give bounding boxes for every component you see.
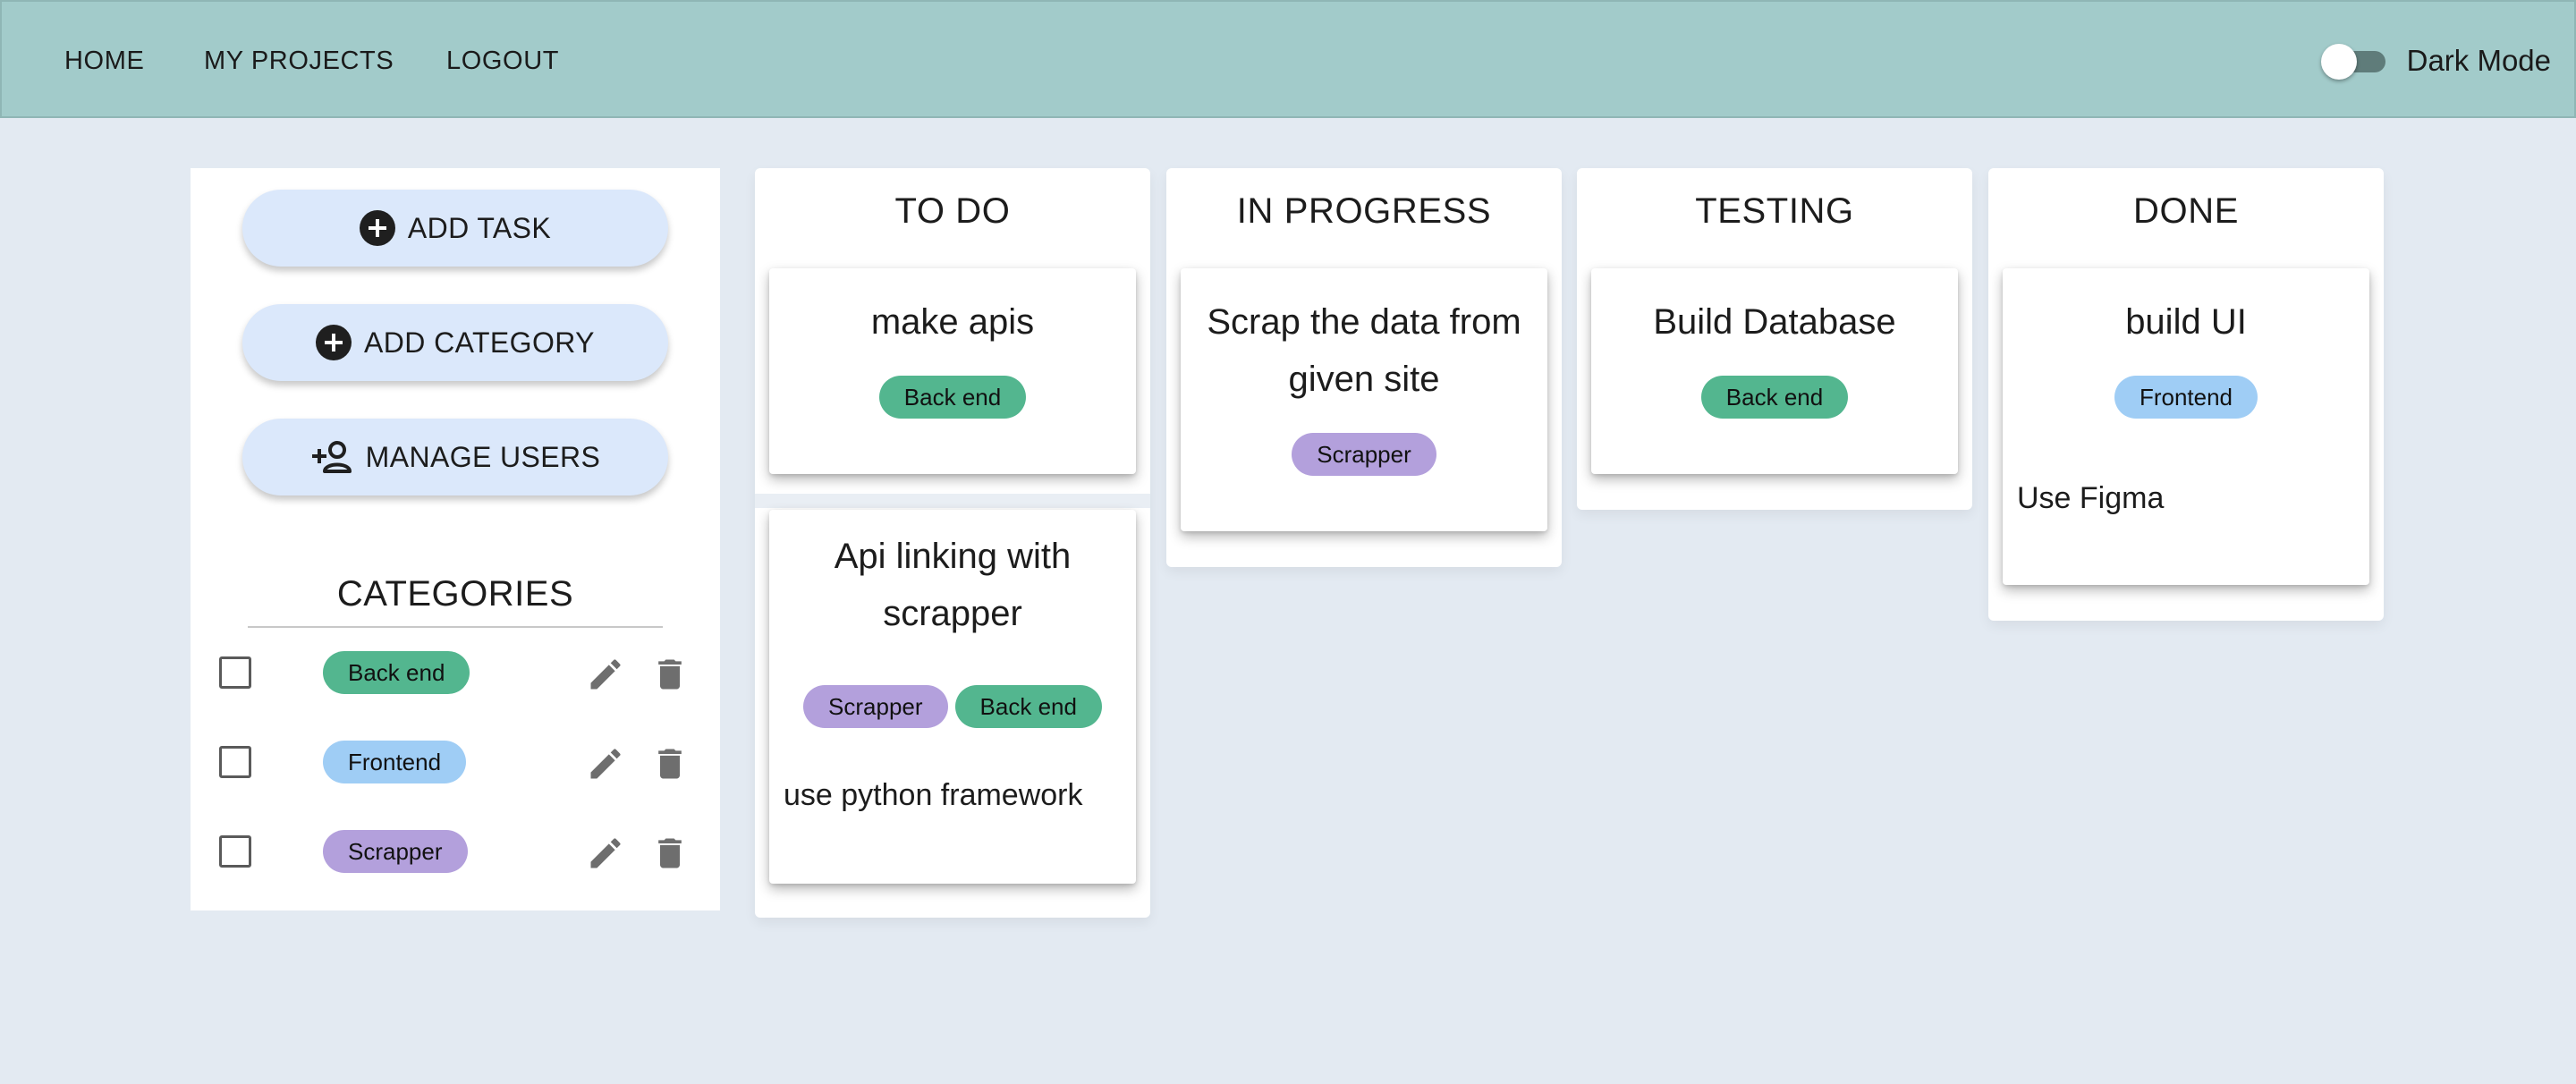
category-checkbox[interactable] [219, 746, 251, 778]
task-title: make apis [870, 302, 1035, 342]
task-description: use python framework [784, 778, 1083, 812]
delete-trash-icon[interactable] [650, 655, 690, 694]
dark-mode-switch[interactable] [2320, 42, 2385, 80]
task-description: Use Figma [2017, 481, 2165, 515]
task-tags: Back end [1591, 376, 1958, 419]
task-card[interactable]: make apis Back end [769, 268, 1136, 474]
add-task-label: ADD TASK [407, 211, 552, 244]
person-add-icon [310, 439, 353, 475]
column-title: TO DO [894, 191, 1011, 231]
task-tag-back-end: Back end [1700, 376, 1849, 419]
task-tags: Back end [769, 376, 1136, 419]
manage-users-button[interactable]: MANAGE USERS [242, 419, 668, 495]
column-title: DONE [2133, 191, 2239, 231]
task-card[interactable]: build UI Frontend Use Figma [2003, 268, 2369, 585]
sidebar-panel: ADD TASK ADD CATEGORY MANAGE USERS CATEG… [191, 168, 720, 910]
column-in-progress: IN PROGRESS Scrap the data from given si… [1166, 168, 1562, 567]
categories-divider [248, 626, 663, 628]
task-tag-scrapper: Scrapper [1292, 433, 1436, 476]
edit-pencil-icon[interactable] [586, 744, 625, 783]
task-tag-scrapper: Scrapper [803, 685, 948, 728]
task-title: build UI [2125, 302, 2247, 342]
column-done: DONE build UI Frontend Use Figma [1988, 168, 2384, 621]
edit-pencil-icon[interactable] [586, 655, 625, 694]
task-card[interactable]: Scrap the data from given site Scrapper [1181, 268, 1547, 531]
category-chip-back-end: Back end [323, 651, 470, 694]
column-todo: TO DO make apis Back end Api linking wit… [755, 168, 1150, 918]
category-row: Frontend [191, 735, 720, 789]
task-card[interactable]: Build Database Back end [1591, 268, 1958, 474]
manage-users-label: MANAGE USERS [365, 440, 601, 473]
nav-logout-link[interactable]: LOGOUT [446, 2, 559, 120]
top-app-bar: HOME MY PROJECTS LOGOUT Dark Mode [0, 0, 2576, 118]
edit-pencil-icon[interactable] [586, 834, 625, 873]
task-tags: Scrapper [1181, 433, 1547, 476]
task-tag-back-end: Back end [954, 685, 1102, 728]
delete-trash-icon[interactable] [650, 834, 690, 873]
category-checkbox[interactable] [219, 835, 251, 868]
nav-my-projects-link[interactable]: MY PROJECTS [204, 2, 394, 120]
category-chip-scrapper: Scrapper [323, 830, 468, 873]
column-title: TESTING [1695, 191, 1854, 231]
task-title: Api linking with scrapper [834, 537, 1072, 633]
delete-trash-icon[interactable] [650, 744, 690, 783]
add-category-button[interactable]: ADD CATEGORY [242, 304, 668, 381]
task-title: Scrap the data from given site [1207, 302, 1521, 399]
category-row: Scrapper [191, 825, 720, 878]
task-card[interactable]: Api linking with scrapper Scrapper Back … [769, 510, 1136, 884]
column-gap [755, 494, 1150, 508]
task-tag-frontend: Frontend [2114, 376, 2258, 419]
add-category-label: ADD CATEGORY [364, 326, 595, 359]
task-title: Build Database [1653, 302, 1896, 342]
add-task-button[interactable]: ADD TASK [242, 190, 668, 267]
column-title: IN PROGRESS [1236, 191, 1492, 231]
categories-heading: CATEGORIES [336, 574, 574, 614]
category-checkbox[interactable] [219, 656, 251, 689]
task-tags: Frontend [2003, 376, 2369, 419]
dark-mode-label: Dark Mode [2406, 44, 2551, 77]
switch-thumb[interactable] [2320, 44, 2357, 80]
dark-mode-toggle[interactable]: Dark Mode [2320, 2, 2551, 120]
category-row: Back end [191, 646, 720, 699]
category-chip-frontend: Frontend [323, 741, 467, 783]
column-testing: TESTING Build Database Back end [1577, 168, 1972, 510]
add-circle-icon [316, 325, 352, 360]
task-tags: Scrapper Back end [769, 685, 1136, 728]
nav-home-link[interactable]: HOME [64, 2, 144, 120]
task-tag-back-end: Back end [878, 376, 1027, 419]
add-circle-icon [359, 210, 395, 246]
